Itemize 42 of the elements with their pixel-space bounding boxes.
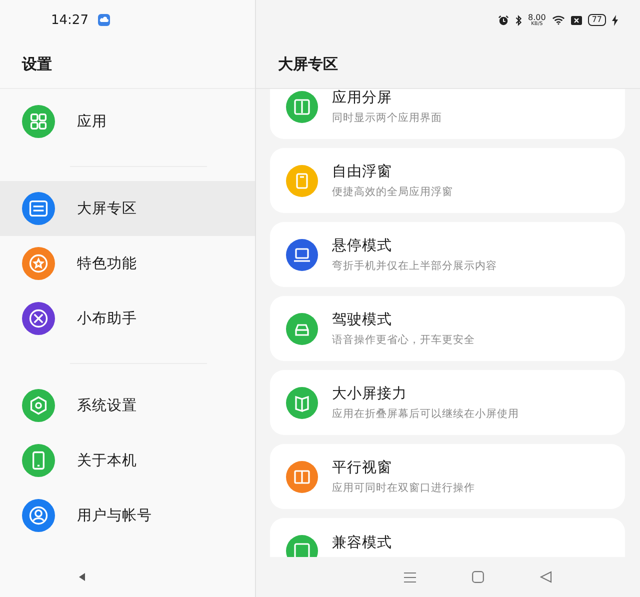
back-icon[interactable]	[540, 571, 552, 583]
sidebar-item[interactable]: 小布助手	[0, 291, 255, 346]
menu-icon[interactable]	[404, 572, 416, 582]
no-sim-icon	[570, 16, 582, 24]
wifi-icon	[552, 15, 565, 25]
feature-description: 弯折手机并仅在上半部分展示内容	[332, 259, 497, 273]
bluetooth-icon	[515, 14, 522, 26]
feature-card[interactable]: 兼容模式	[270, 518, 625, 557]
feature-description: 便捷高效的全局应用浮窗	[332, 185, 453, 199]
battery-indicator: 77	[588, 14, 606, 26]
feature-title: 兼容模式	[332, 534, 392, 552]
feature-title: 自由浮窗	[332, 162, 393, 181]
feature-card[interactable]: 平行视窗 应用可同时在双窗口进行操作	[270, 444, 625, 509]
feature-title: 驾驶模式	[332, 311, 393, 329]
page-title: 大屏专区	[278, 54, 338, 74]
feature-title: 平行视窗	[332, 458, 393, 477]
cloud-app-icon	[98, 14, 110, 26]
feature-card[interactable]: 大小屏接力 应用在折叠屏幕后可以继续在小屏使用	[270, 370, 625, 435]
feature-description: 同时显示两个应用界面	[332, 111, 442, 125]
feature-title: 悬停模式	[332, 237, 393, 255]
back-icon[interactable]	[78, 572, 86, 582]
sidebar-item[interactable]: 用户与帐号	[0, 488, 255, 543]
network-speed: 8.00	[528, 14, 546, 22]
sidebar-title: 设置	[22, 54, 52, 74]
home-icon[interactable]	[472, 571, 484, 583]
feature-card[interactable]: 应用分屏 同时显示两个应用界面	[270, 89, 625, 139]
feature-description: 应用可同时在双窗口进行操作	[332, 481, 475, 495]
sidebar-item[interactable]: 系统设置	[0, 378, 255, 433]
feature-card[interactable]: 驾驶模式 语音操作更省心，开车更安全	[270, 296, 625, 361]
sidebar-item[interactable]: 大屏专区	[0, 181, 255, 236]
sidebar-item[interactable]: 特色功能	[0, 236, 255, 291]
feature-card[interactable]: 悬停模式 弯折手机并仅在上半部分展示内容	[270, 222, 625, 287]
feature-title: 应用分屏	[332, 89, 393, 107]
clock: 14:27	[51, 12, 88, 28]
alarm-icon	[498, 14, 509, 26]
sidebar-item[interactable]: 应用	[0, 94, 255, 149]
sidebar-item[interactable]: 关于本机	[0, 433, 255, 488]
feature-description: 语音操作更省心，开车更安全	[332, 333, 475, 347]
feature-title: 大小屏接力	[332, 385, 408, 403]
feature-description: 应用在折叠屏幕后可以继续在小屏使用	[332, 407, 519, 421]
charging-icon	[612, 14, 618, 26]
feature-card[interactable]: 自由浮窗 便捷高效的全局应用浮窗	[270, 148, 625, 213]
